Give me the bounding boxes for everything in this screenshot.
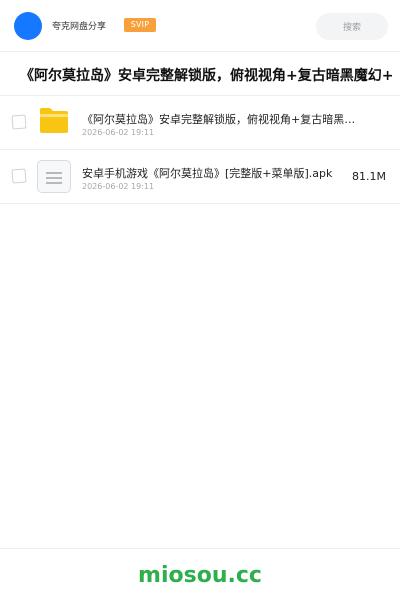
file-name: 《阿尔莫拉岛》安卓完整解锁版，俯视视角+复古暗黑魔幻… [82,113,366,126]
file-size: 81.1M [352,170,386,183]
folder-icon [40,108,68,133]
search-placeholder: 搜索 [342,23,361,33]
file-date: 2026-06-02 19:11 [82,182,155,191]
app-name: 夸克网盘分享 [52,22,107,32]
file-date: 2026-06-02 19:11 [82,128,155,137]
search-input[interactable]: 搜索 [316,13,388,40]
row-checkbox[interactable] [11,168,27,184]
row-checkbox[interactable] [11,114,27,130]
header: 夸克网盘分享 SVIP 搜索 [0,0,400,52]
brand-watermark: miosou.cc [138,563,262,588]
footer: miosou.cc [0,548,400,600]
share-page: 夸克网盘分享 SVIP 搜索 《阿尔莫拉岛》安卓完整解锁版，俯视视角+复古暗黑魔… [0,0,400,600]
avatar[interactable] [14,12,42,40]
file-row-apk[interactable]: 安卓手机游戏《阿尔莫拉岛》[完整版+菜单版].apk 2026-06-02 19… [0,150,400,204]
file-row-folder[interactable]: 《阿尔莫拉岛》安卓完整解锁版，俯视视角+复古暗黑魔幻… 2026-06-02 1… [0,96,400,150]
page-title: 《阿尔莫拉岛》安卓完整解锁版，俯视视角+复古暗黑魔幻+ [20,68,394,84]
file-name: 安卓手机游戏《阿尔莫拉岛》[完整版+菜单版].apk [82,167,333,180]
svip-badge: SVIP [124,18,156,32]
title-bar: 《阿尔莫拉岛》安卓完整解锁版，俯视视角+复古暗黑魔幻+ [0,52,400,96]
document-icon [37,160,71,193]
